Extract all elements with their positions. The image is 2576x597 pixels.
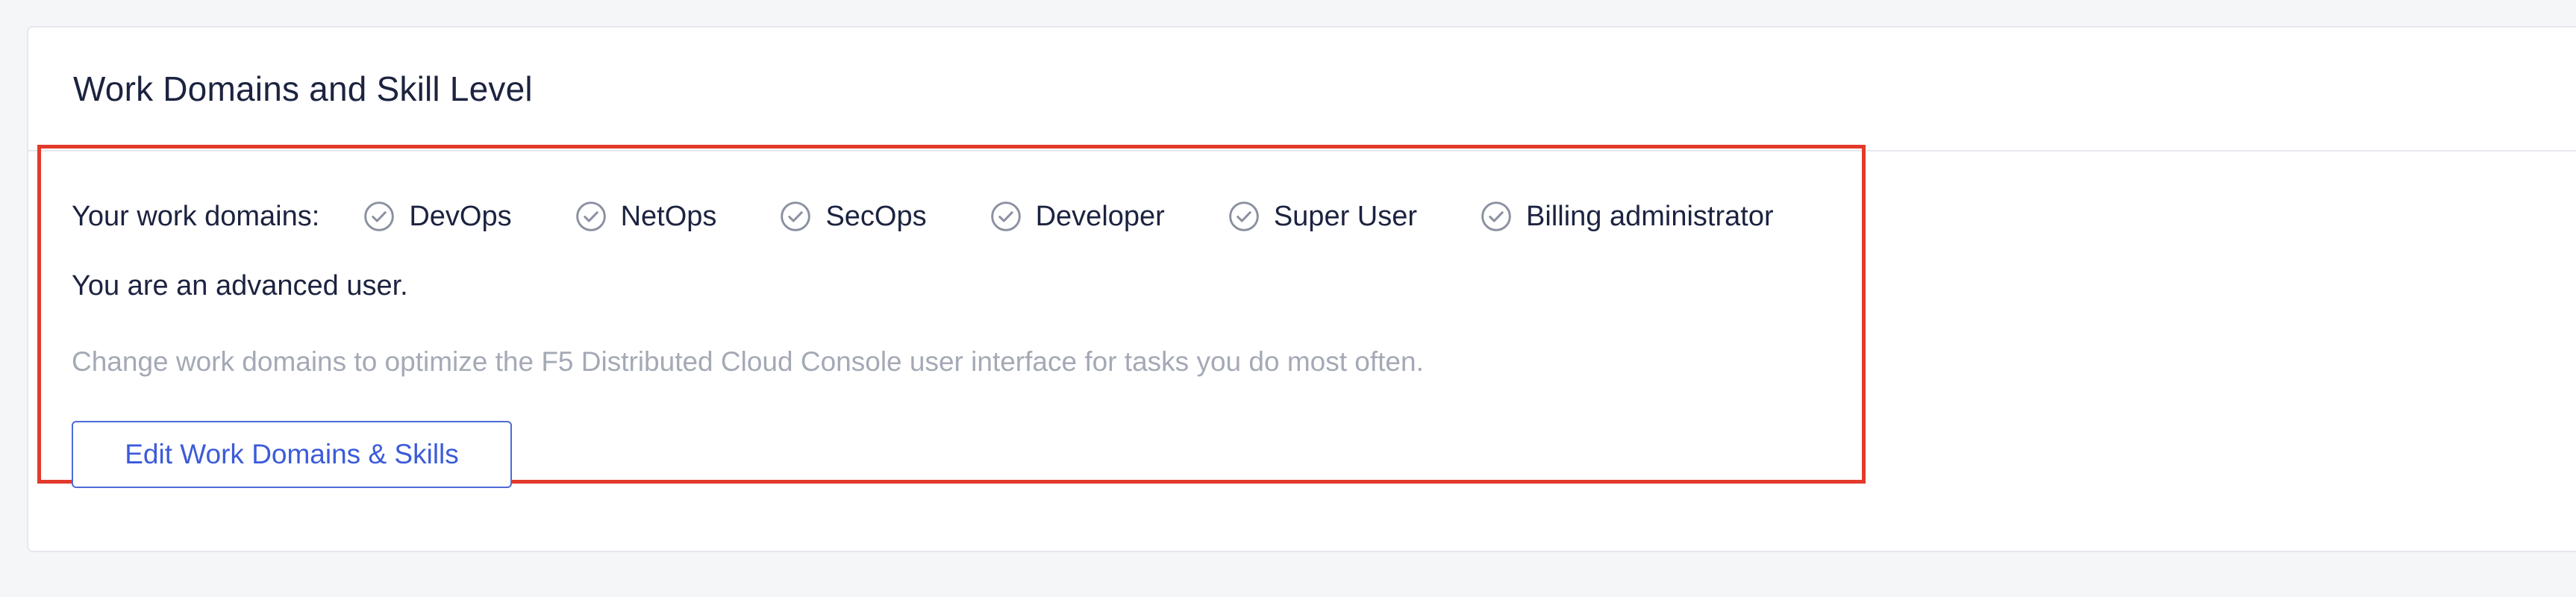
card-title: Work Domains and Skill Level <box>73 69 533 108</box>
card-header: Work Domains and Skill Level <box>28 28 2576 151</box>
check-circle-icon <box>575 200 607 233</box>
domain-label: Super User <box>1273 200 1418 232</box>
domain-secops: SecOps <box>779 200 927 233</box>
check-circle-icon <box>363 200 396 233</box>
check-circle-icon <box>990 200 1022 233</box>
domain-developer: Developer <box>990 200 1165 233</box>
domain-netops: NetOps <box>575 200 717 233</box>
domain-label: Developer <box>1035 200 1165 232</box>
domain-label: Billing administrator <box>1526 200 1774 232</box>
domain-label: DevOps <box>409 200 512 232</box>
domain-super-user: Super User <box>1228 200 1417 233</box>
edit-work-domains-button[interactable]: Edit Work Domains & Skills <box>72 421 512 488</box>
work-domains-row: Your work domains: DevOps NetOps SecOps … <box>72 196 1774 237</box>
domain-billing-administrator: Billing administrator <box>1480 200 1774 233</box>
domain-devops: DevOps <box>363 200 512 233</box>
check-circle-icon <box>779 200 812 233</box>
check-circle-icon <box>1228 200 1260 233</box>
domain-label: NetOps <box>620 200 717 232</box>
work-domains-hint: Change work domains to optimize the F5 D… <box>72 346 1424 377</box>
skill-level-text: You are an advanced user. <box>72 270 408 301</box>
domain-label: SecOps <box>825 200 927 232</box>
work-domains-label: Your work domains: <box>72 200 320 232</box>
check-circle-icon <box>1480 200 1513 233</box>
